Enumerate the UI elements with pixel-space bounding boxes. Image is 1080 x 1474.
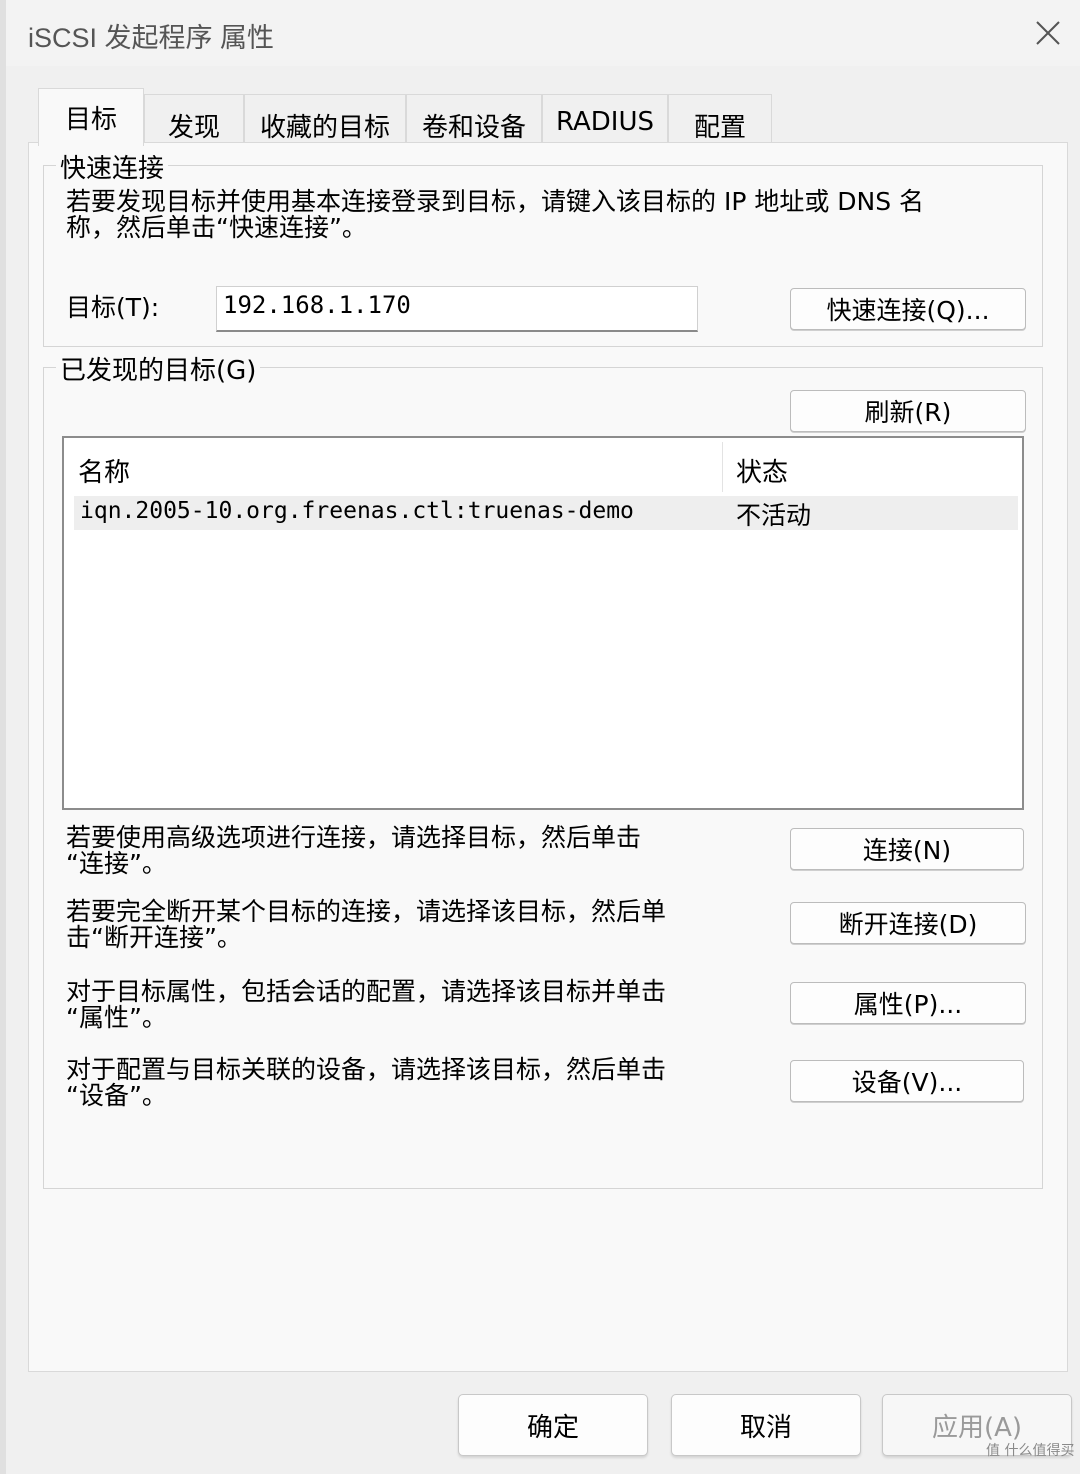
disconnect-description-line2: 击“断开连接”。 — [66, 923, 242, 952]
devices-description-line2: “设备”。 — [66, 1081, 167, 1110]
close-icon — [1036, 21, 1060, 45]
target-address-input[interactable]: 192.168.1.170 — [216, 286, 698, 332]
connect-description-line2: “连接”。 — [66, 849, 167, 878]
target-name-cell: iqn.2005-10.org.freenas.ctl:truenas-demo — [80, 498, 634, 524]
watermark: 值 什么值得买 — [986, 1443, 1075, 1459]
properties-description-line2: “属性”。 — [66, 1003, 167, 1032]
targets-panel: 快速连接 若要发现目标并使用基本连接登录到目标，请键入该目标的 IP 地址或 D… — [28, 142, 1068, 1372]
close-button[interactable] — [1016, 10, 1080, 56]
tab-configuration[interactable]: 配置 — [668, 94, 772, 144]
properties-description-line1: 对于目标属性，包括会话的配置，请选择该目标并单击 — [66, 977, 667, 1006]
cancel-button[interactable]: 取消 — [671, 1394, 861, 1456]
target-status-cell: 不活动 — [736, 501, 812, 530]
window-title: iSCSI 发起程序 属性 — [28, 23, 275, 53]
title-bar: iSCSI 发起程序 属性 — [6, 0, 1080, 66]
iscsi-properties-window: iSCSI 发起程序 属性 目标 发现 收藏的目标 卷和设备 RADIUS 配置… — [0, 0, 1080, 1474]
tab-targets[interactable]: 目标 — [38, 88, 144, 146]
tab-discovery[interactable]: 发现 — [144, 94, 244, 144]
tab-favorite-targets[interactable]: 收藏的目标 — [244, 94, 406, 144]
quick-connect-description-line1: 若要发现目标并使用基本连接登录到目标，请键入该目标的 IP 地址或 DNS 名 — [66, 187, 925, 216]
quick-connect-button[interactable]: 快速连接(Q)... — [790, 288, 1026, 330]
quick-connect-group: 快速连接 若要发现目标并使用基本连接登录到目标，请键入该目标的 IP 地址或 D… — [43, 148, 1043, 347]
disconnect-description-line1: 若要完全断开某个目标的连接，请选择该目标，然后单 — [66, 897, 667, 926]
column-header-status[interactable]: 状态 — [722, 438, 1016, 492]
connect-description-line1: 若要使用高级选项进行连接，请选择目标，然后单击 — [66, 823, 642, 852]
tab-radius[interactable]: RADIUS — [542, 94, 668, 144]
target-label: 目标(T): — [66, 293, 160, 322]
disconnect-button[interactable]: 断开连接(D) — [790, 902, 1026, 944]
discovered-targets-group: 已发现的目标(G) 刷新(R) 名称 状态 iqn.2005-10.org.fr… — [43, 350, 1043, 1189]
ok-button[interactable]: 确定 — [458, 1394, 648, 1456]
quick-connect-label: 快速连接 — [56, 148, 169, 185]
tab-volumes-devices[interactable]: 卷和设备 — [406, 94, 542, 144]
connect-button[interactable]: 连接(N) — [790, 828, 1024, 870]
targets-list[interactable]: 名称 状态 iqn.2005-10.org.freenas.ctl:truena… — [62, 436, 1024, 810]
devices-button[interactable]: 设备(V)... — [790, 1060, 1024, 1102]
devices-description-line1: 对于配置与目标关联的设备，请选择该目标，然后单击 — [66, 1055, 667, 1084]
column-header-name[interactable]: 名称 — [64, 438, 722, 492]
list-header: 名称 状态 — [64, 438, 1022, 492]
table-row[interactable]: iqn.2005-10.org.freenas.ctl:truenas-demo… — [74, 496, 1018, 530]
quick-connect-description-line2: 称，然后单击“快速连接”。 — [66, 213, 367, 242]
discovered-targets-label: 已发现的目标(G) — [56, 350, 261, 387]
refresh-button[interactable]: 刷新(R) — [790, 390, 1026, 432]
properties-button[interactable]: 属性(P)... — [790, 982, 1026, 1024]
